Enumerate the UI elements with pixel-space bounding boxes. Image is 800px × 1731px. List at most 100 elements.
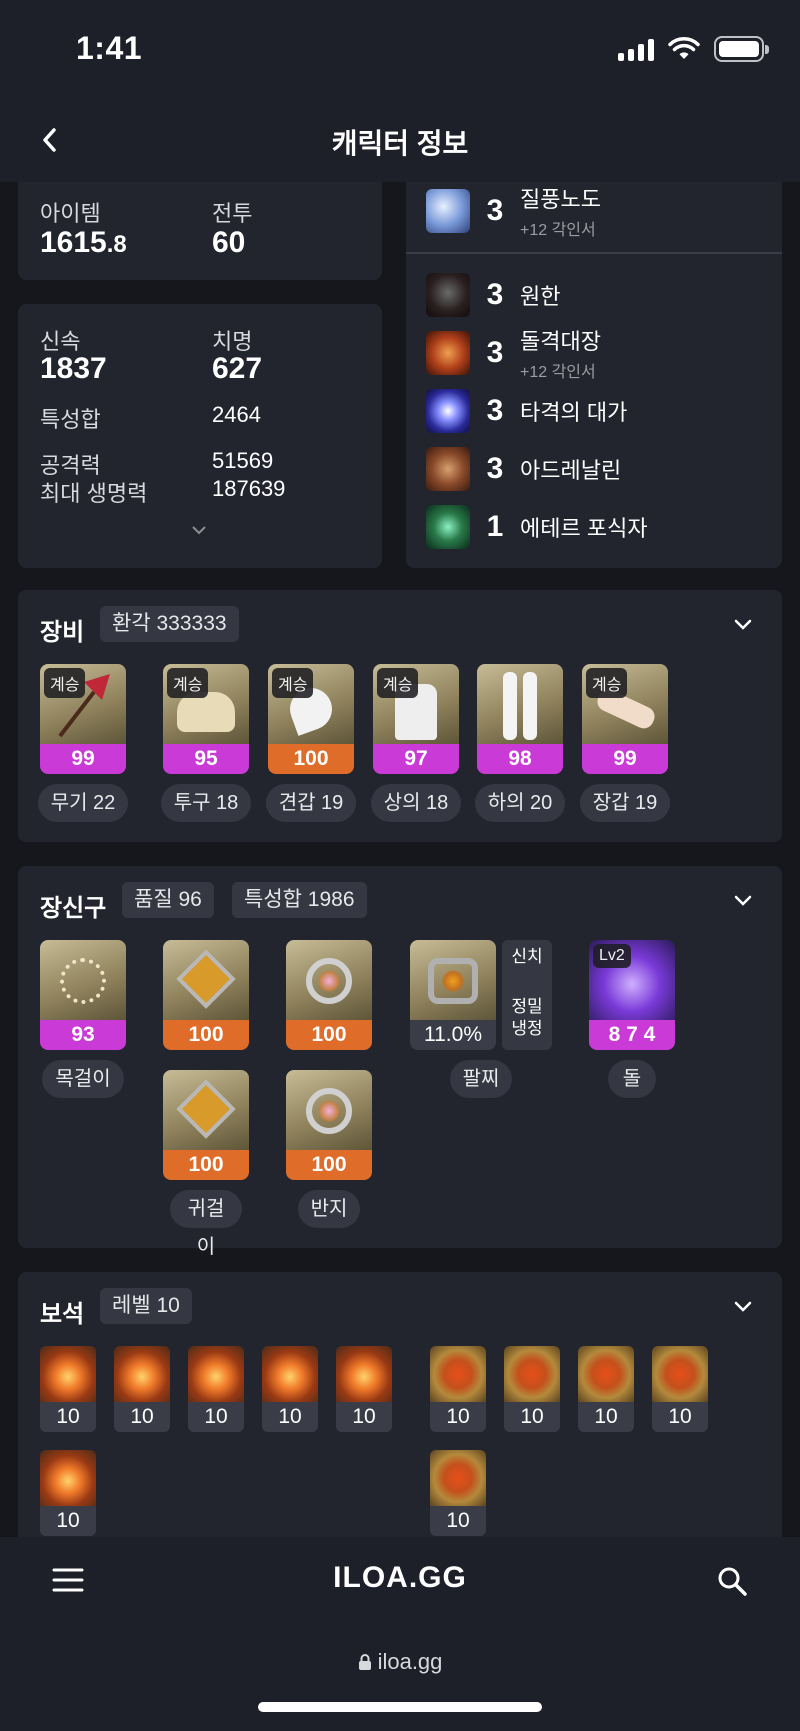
gem-level: 10 bbox=[188, 1402, 244, 1432]
damage-gem[interactable]: 10 bbox=[188, 1346, 244, 1432]
chevron-down-icon[interactable] bbox=[730, 612, 756, 638]
engraving-row[interactable]: 3 원한 bbox=[426, 270, 560, 320]
section-title: 장비 bbox=[40, 619, 85, 646]
quality-value: 100 bbox=[163, 1020, 249, 1050]
damage-gem[interactable]: 10 bbox=[40, 1346, 96, 1432]
engraving-level: 3 bbox=[486, 452, 504, 485]
damage-gem-icon bbox=[336, 1346, 392, 1402]
damage-gem[interactable]: 10 bbox=[262, 1346, 318, 1432]
quality-value: 100 bbox=[163, 1150, 249, 1180]
gems-card: 보석 레벨 10 10 10 10 10 10 10 10 10 10 10 1… bbox=[18, 1272, 782, 1537]
engraving-name: 에테르 포식자 bbox=[520, 516, 648, 541]
ring-item[interactable]: 100 bbox=[286, 940, 372, 1050]
earring-item[interactable]: 100 bbox=[163, 1070, 249, 1180]
gem-level: 10 bbox=[262, 1402, 318, 1432]
pants-label: 하의 20 bbox=[475, 784, 565, 822]
quality-value: 97 bbox=[373, 744, 459, 774]
helmet-label: 투구 18 bbox=[161, 784, 251, 822]
chevron-down-icon[interactable] bbox=[730, 1294, 756, 1320]
quality-value: 93 bbox=[40, 1020, 126, 1050]
scroll-content[interactable]: 아이템 1615.8 전투 60 신속 1837 치명 627 특성합 2464… bbox=[0, 182, 800, 1537]
necklace-item[interactable]: 93 bbox=[40, 940, 126, 1050]
stone-value: 8 7 4 bbox=[589, 1020, 675, 1050]
damage-gem[interactable]: 10 bbox=[336, 1346, 392, 1432]
engraving-row[interactable]: 1 에테르 포식자 bbox=[426, 502, 648, 552]
gem-level: 10 bbox=[504, 1402, 560, 1432]
cellular-signal-icon bbox=[618, 37, 654, 61]
status-time: 1:41 bbox=[76, 30, 143, 66]
engraving-level: 3 bbox=[486, 336, 504, 369]
engraving-name: 질풍노도 bbox=[520, 187, 601, 212]
engraving-level: 3 bbox=[486, 194, 504, 227]
cooldown-gem[interactable]: 10 bbox=[430, 1450, 486, 1536]
shoulder-item[interactable]: 계승 100 bbox=[268, 664, 354, 774]
engraving-name: 타격의 대가 bbox=[520, 400, 628, 425]
engraving-row[interactable]: 3 돌격대장 +12 각인서 bbox=[426, 328, 601, 381]
item-level-label: 아이템 bbox=[40, 201, 101, 226]
home-indicator[interactable] bbox=[258, 1702, 542, 1712]
site-logo[interactable]: ILOA.GG bbox=[0, 1561, 800, 1595]
chest-item[interactable]: 계승 97 bbox=[373, 664, 459, 774]
cooldown-gem[interactable]: 10 bbox=[652, 1346, 708, 1432]
stats-card: 신속 1837 치명 627 특성합 2464 공격력 51569 최대 생명력… bbox=[18, 304, 382, 568]
quality-tag: 품질 96 bbox=[122, 882, 214, 918]
cooldown-gem[interactable]: 10 bbox=[504, 1346, 560, 1432]
damage-gem[interactable]: 10 bbox=[114, 1346, 170, 1432]
lock-icon bbox=[358, 1654, 371, 1670]
engraving-level: 1 bbox=[486, 510, 504, 543]
damage-gem-icon bbox=[40, 1450, 96, 1506]
quality-value: 100 bbox=[286, 1020, 372, 1050]
chevron-down-icon[interactable] bbox=[730, 888, 756, 914]
damage-gem-icon bbox=[40, 1346, 96, 1402]
pants-item[interactable]: 98 bbox=[477, 664, 563, 774]
url-text: iloa.gg bbox=[377, 1649, 443, 1674]
engraving-row[interactable]: 3 타격의 대가 bbox=[426, 386, 627, 436]
engraving-row[interactable]: 3 아드레날린 bbox=[426, 444, 621, 494]
divider bbox=[406, 252, 782, 254]
damage-gem[interactable]: 10 bbox=[40, 1450, 96, 1536]
cooldown-gem-icon bbox=[652, 1346, 708, 1402]
max-hp-label: 최대 생명력 bbox=[40, 481, 148, 506]
quality-value: 98 bbox=[477, 744, 563, 774]
earring-item[interactable]: 100 bbox=[163, 940, 249, 1050]
ring-item[interactable]: 100 bbox=[286, 1070, 372, 1180]
gem-level: 10 bbox=[114, 1402, 170, 1432]
item-level-value: 1615.8 bbox=[40, 226, 127, 259]
cooldown-gem[interactable]: 10 bbox=[578, 1346, 634, 1432]
helmet-item[interactable]: 계승 95 bbox=[163, 664, 249, 774]
status-icons bbox=[618, 36, 769, 62]
damage-gem-icon bbox=[188, 1346, 244, 1402]
engraving-name: 돌격대장 bbox=[520, 329, 601, 354]
expand-stats-icon[interactable] bbox=[190, 524, 208, 536]
bracelet-label: 팔찌 bbox=[450, 1060, 512, 1098]
engraving-name: 아드레날린 bbox=[520, 458, 622, 483]
swift-value: 1837 bbox=[40, 352, 107, 385]
pants-icon bbox=[477, 664, 563, 744]
quality-value: 99 bbox=[582, 744, 668, 774]
gem-level: 10 bbox=[578, 1402, 634, 1432]
level-card: 아이템 1615.8 전투 60 bbox=[18, 182, 382, 280]
engraving-book: +12 각인서 bbox=[520, 222, 596, 239]
url-display[interactable]: iloa.gg bbox=[0, 1649, 800, 1675]
stat-sum-label: 특성합 bbox=[40, 407, 101, 432]
nav-header: 캐릭터 정보 bbox=[0, 100, 800, 182]
bracelet-item[interactable]: 11.0% bbox=[410, 940, 496, 1050]
ring-label: 반지 bbox=[298, 1190, 360, 1228]
status-bar: 1:41 bbox=[0, 0, 800, 100]
browser-url-bar[interactable]: iloa.gg bbox=[0, 1625, 800, 1731]
gloves-label: 장갑 19 bbox=[580, 784, 670, 822]
bottom-nav: ILOA.GG bbox=[0, 1537, 800, 1625]
gem-level: 10 bbox=[430, 1506, 486, 1536]
cooldown-gem-icon bbox=[430, 1450, 486, 1506]
weapon-item[interactable]: 계승 99 bbox=[40, 664, 126, 774]
engraving-row[interactable]: 3 질풍노도 +12 각인서 bbox=[426, 186, 601, 239]
equipment-card: 장비 환각 333333 계승 99 계승 95 계승 100 계승 97 98… bbox=[18, 590, 782, 842]
engraving-name: 원한 bbox=[520, 284, 561, 309]
cooldown-gem-icon bbox=[430, 1346, 486, 1402]
raid-captain-icon bbox=[426, 331, 470, 375]
cooldown-gem[interactable]: 10 bbox=[430, 1346, 486, 1432]
stone-level-badge: Lv2 bbox=[593, 944, 631, 968]
stone-item[interactable]: Lv2 8 7 4 bbox=[589, 940, 675, 1050]
search-icon[interactable] bbox=[716, 1565, 748, 1597]
gloves-item[interactable]: 계승 99 bbox=[582, 664, 668, 774]
